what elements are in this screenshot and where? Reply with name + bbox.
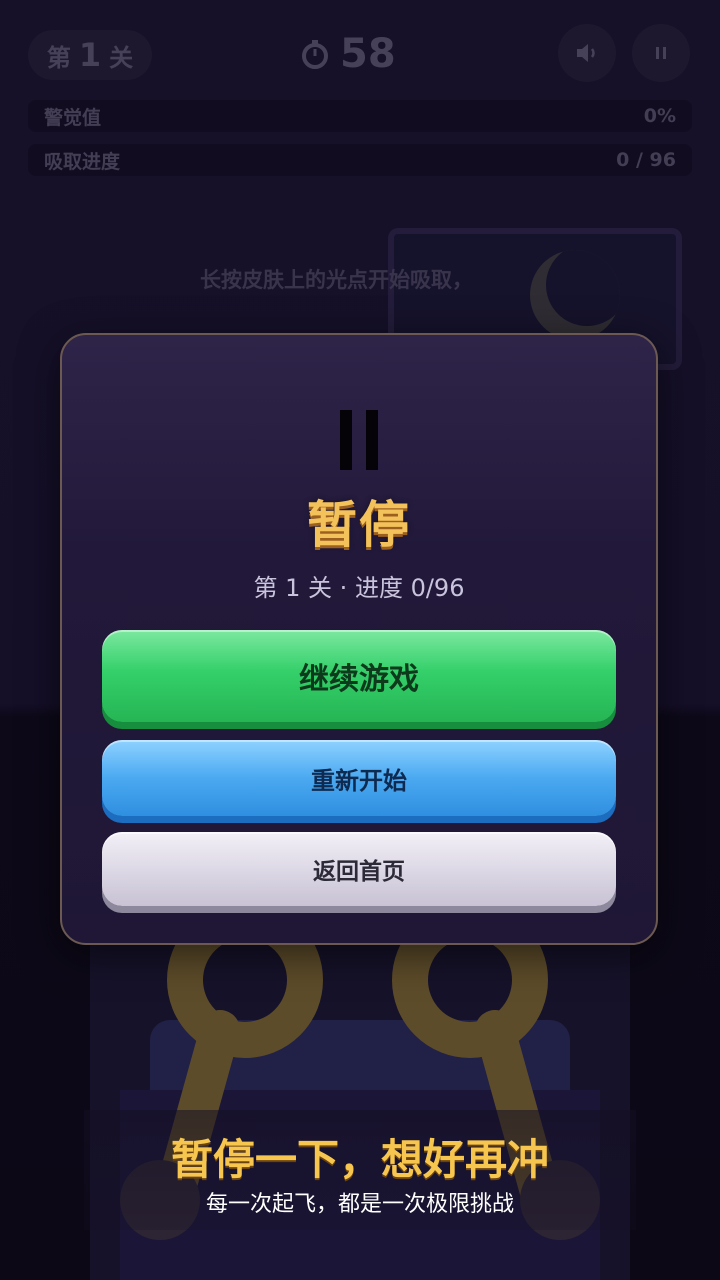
restart-button[interactable]: 重新开始 bbox=[102, 740, 616, 816]
pause-subtitle: 第 1 关 · 进度 0/96 bbox=[253, 574, 465, 602]
pause-title: 暂停 bbox=[307, 496, 411, 554]
pause-dialog: 暂停 第 1 关 · 进度 0/96 继续游戏 重新开始 返回首页 bbox=[60, 333, 658, 945]
pause-icon bbox=[340, 410, 380, 470]
game-screen: 第 1 关 58 警觉值 0% 吸取进度 0 / 96 长按皮肤上的光点开始吸取… bbox=[0, 0, 720, 1280]
caption-subtitle: 每一次起飞，都是一次极限挑战 bbox=[205, 1192, 514, 1217]
home-label: 返回首页 bbox=[313, 859, 405, 885]
continue-button[interactable]: 继续游戏 bbox=[102, 630, 616, 722]
pause-icon-bar-right bbox=[366, 410, 378, 470]
home-button[interactable]: 返回首页 bbox=[102, 832, 616, 906]
continue-label: 继续游戏 bbox=[299, 662, 419, 697]
caption-title: 暂停一下，想好再冲 bbox=[170, 1135, 549, 1184]
restart-label: 重新开始 bbox=[311, 766, 407, 795]
pause-icon-bar-left bbox=[340, 410, 352, 470]
